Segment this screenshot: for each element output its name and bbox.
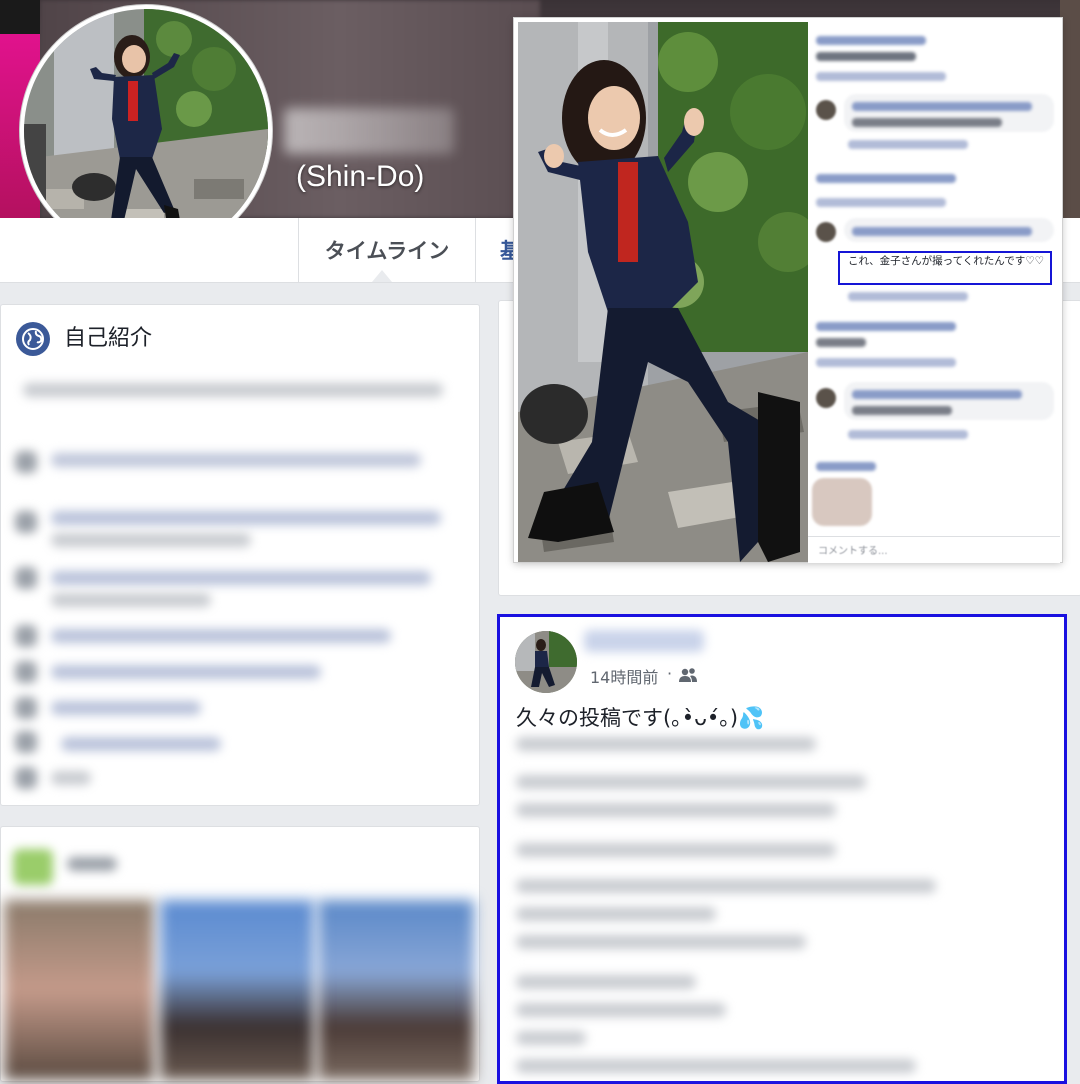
post-photo[interactable] bbox=[518, 22, 808, 562]
comments-panel bbox=[808, 22, 1060, 562]
intro-icon-blur bbox=[15, 567, 37, 589]
photos-title-blur bbox=[67, 857, 117, 871]
post-meta-separator: · bbox=[667, 664, 673, 683]
comment-input-placeholder: コメントする... bbox=[818, 546, 888, 557]
post-body-blur bbox=[516, 1059, 916, 1073]
intro-icon-blur bbox=[15, 661, 37, 683]
highlighted-comment-text: これ、金子さんが撮ってくれたんです♡♡ bbox=[848, 255, 1045, 267]
post-body-blur bbox=[516, 1003, 726, 1017]
avatar-photo bbox=[24, 9, 268, 253]
intro-line-blur bbox=[51, 511, 441, 525]
photo-thumb[interactable] bbox=[4, 900, 154, 1080]
friends-icon[interactable] bbox=[678, 667, 698, 687]
intro-icon-blur bbox=[15, 767, 37, 789]
post-body-blur bbox=[516, 737, 816, 751]
post-photo-image bbox=[518, 22, 808, 562]
intro-line-blur bbox=[51, 771, 91, 785]
post-body-blur bbox=[516, 843, 836, 857]
intro-bio-blur bbox=[23, 383, 443, 397]
intro-line-blur bbox=[51, 453, 421, 467]
post-body-blur bbox=[516, 879, 936, 893]
post-body-blur bbox=[516, 1031, 586, 1045]
photos-icon-blur bbox=[13, 849, 53, 885]
post-body-blur bbox=[516, 975, 696, 989]
intro-icon-blur bbox=[15, 625, 37, 647]
intro-line-blur bbox=[51, 533, 251, 547]
active-tab-caret bbox=[372, 270, 392, 282]
post-body-blur bbox=[516, 775, 866, 789]
post-body-blur bbox=[516, 803, 836, 817]
intro-line-blur bbox=[51, 593, 211, 607]
intro-icon-blur bbox=[15, 731, 37, 753]
intro-line-blur bbox=[51, 701, 201, 715]
intro-line-blur bbox=[51, 571, 431, 585]
photo-thumb[interactable] bbox=[318, 900, 474, 1080]
post-body-blur bbox=[516, 935, 806, 949]
post-author-avatar[interactable] bbox=[515, 631, 577, 693]
intro-line-blur bbox=[51, 665, 321, 679]
post-body-blur bbox=[516, 907, 716, 921]
post-text: 久々の投稿です(｡•̀ᴗ•́｡)💦 bbox=[516, 706, 765, 730]
intro-title: 自己紹介 bbox=[64, 326, 153, 351]
photo-thumb[interactable] bbox=[160, 900, 314, 1080]
intro-line-blur bbox=[61, 737, 221, 751]
globe-icon bbox=[16, 322, 50, 356]
intro-line-blur bbox=[51, 629, 391, 643]
intro-icon-blur bbox=[15, 697, 37, 719]
intro-icon-blur bbox=[15, 511, 37, 533]
post-author-name-blurred[interactable] bbox=[584, 630, 704, 652]
intro-icon-blur bbox=[15, 451, 37, 473]
intro-card bbox=[0, 304, 480, 806]
post-timestamp[interactable]: 14時間前 bbox=[590, 664, 658, 688]
profile-name-suffix[interactable]: (Shin-Do) bbox=[296, 160, 424, 194]
profile-name-blurred bbox=[284, 108, 454, 154]
post-card-highlighted bbox=[497, 614, 1067, 1084]
cover-photo-edge bbox=[1060, 0, 1080, 218]
